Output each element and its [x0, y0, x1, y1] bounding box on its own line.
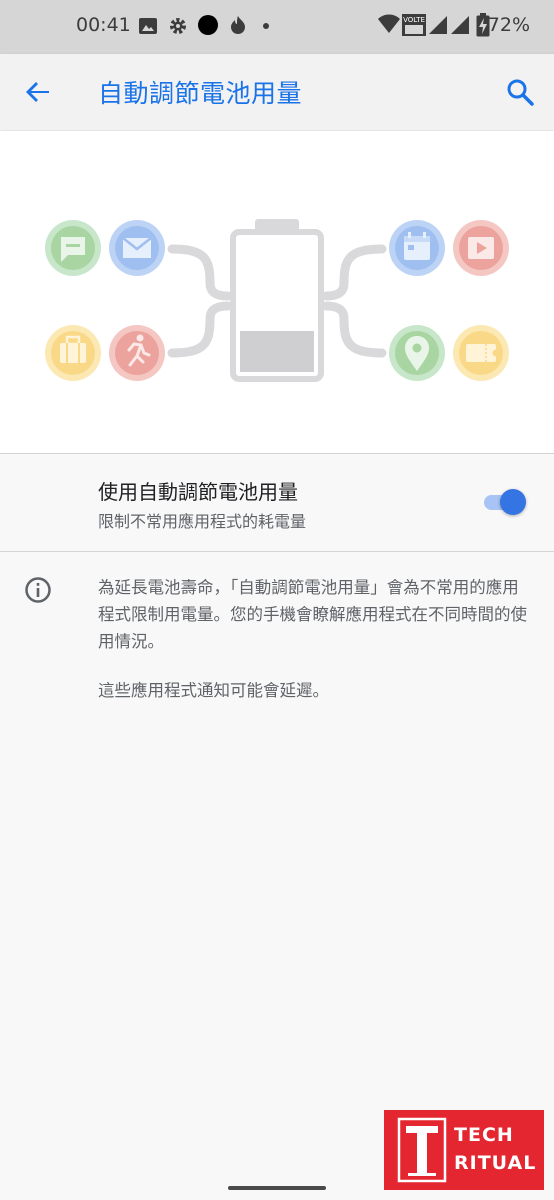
- image-notification-icon: [139, 18, 157, 34]
- battery-shape: [230, 219, 324, 382]
- setting-summary: 限制不常用應用程式的耗電量: [98, 512, 307, 531]
- message-icon: [45, 220, 101, 276]
- wifi-icon: [378, 14, 400, 33]
- svg-text:VOLTE: VOLTE: [403, 16, 425, 24]
- app-bar: 自動調節電池用量: [0, 54, 554, 130]
- ticket-icon: [453, 325, 509, 381]
- status-bar: 00:41 VOLTE 72%: [0, 0, 554, 54]
- connector-line: [321, 301, 387, 358]
- connector-line: [167, 244, 233, 301]
- volte-icon: VOLTE: [402, 14, 426, 36]
- page-title: 自動調節電池用量: [98, 79, 303, 108]
- setting-title: 使用自動調節電池用量: [98, 480, 298, 504]
- divider: [0, 551, 554, 552]
- running-icon: [109, 325, 165, 381]
- calendar-icon: [389, 220, 445, 276]
- adaptive-battery-graphic: [45, 219, 509, 382]
- app-notification-dot-icon: [198, 15, 218, 35]
- footer-info: 為延長電池壽命，「自動調節電池用量」會為不常用的應用程式限制用電量。您的手機會瞭…: [98, 574, 528, 726]
- more-notifications-dot-icon: [263, 23, 269, 29]
- location-icon: [389, 325, 445, 381]
- gesture-nav-handle[interactable]: [228, 1186, 326, 1190]
- watermark-line2: RITUAL: [454, 1152, 537, 1174]
- settings-notification-icon: [170, 18, 186, 34]
- info-paragraph: 為延長電池壽命，「自動調節電池用量」會為不常用的應用程式限制用電量。您的手機會瞭…: [98, 578, 527, 651]
- info-icon: [25, 577, 51, 603]
- video-icon: [453, 220, 509, 276]
- cellular-signal-1-icon: [429, 16, 447, 34]
- cellular-signal-2-icon: [451, 16, 469, 34]
- back-arrow-icon[interactable]: [22, 76, 54, 108]
- info-paragraph: 這些應用程式通知可能會延遲。: [98, 681, 329, 700]
- adaptive-battery-switch[interactable]: [482, 487, 530, 517]
- tech-ritual-watermark: TECH RITUAL: [384, 1110, 544, 1190]
- flame-notification-icon: [231, 16, 245, 34]
- mail-icon: [109, 220, 165, 276]
- switch-thumb: [500, 489, 526, 515]
- connector-line: [321, 244, 387, 301]
- briefcase-icon: [45, 325, 101, 381]
- tech-ritual-logo-icon: [397, 1117, 447, 1183]
- battery-illustration: [0, 131, 554, 453]
- search-icon[interactable]: [504, 76, 536, 108]
- watermark-line1: TECH: [454, 1124, 514, 1146]
- battery-level-fill: [240, 331, 314, 372]
- connector-line: [167, 301, 233, 358]
- adaptive-battery-setting-row[interactable]: 使用自動調節電池用量 限制不常用應用程式的耗電量: [0, 454, 554, 551]
- battery-percent: 72%: [487, 14, 530, 36]
- status-time: 00:41: [76, 14, 131, 36]
